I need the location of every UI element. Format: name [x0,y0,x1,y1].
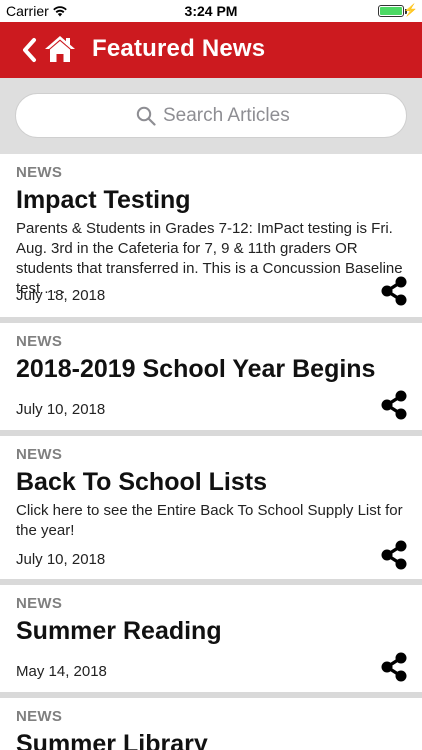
share-icon[interactable] [380,390,408,420]
article-date: July 10, 2018 [16,551,106,568]
search-bar[interactable] [15,93,407,138]
article-category: NEWS [16,333,63,350]
search-icon [136,106,156,126]
home-icon[interactable] [44,34,76,64]
article-category: NEWS [16,595,63,612]
share-icon[interactable] [380,276,408,306]
battery-icon [378,5,404,17]
article-date: July 10, 2018 [16,401,106,418]
article-title[interactable]: Impact Testing [16,184,406,216]
article-date: May 14, 2018 [16,663,107,680]
article-item[interactable]: NEWS Back To School Lists Click here to … [0,436,422,579]
article-item[interactable]: NEWS Summer Reading May 14, 2018 [0,585,422,692]
page-title: Featured News [92,35,266,62]
article-summary: Click here to see the Entire Back To Sch… [16,502,403,539]
article-date: July 18, 2018 [16,287,106,304]
charging-icon: ⚡ [403,3,418,17]
search-area [0,78,422,154]
article-title[interactable]: 2018-2019 School Year Begins [16,353,406,385]
article-category: NEWS [16,164,63,181]
article-category: NEWS [16,446,63,463]
article-item[interactable]: NEWS Summer Library [0,698,422,750]
article-title[interactable]: Back To School Lists [16,466,406,498]
back-chevron-icon[interactable] [20,37,38,63]
share-icon[interactable] [380,540,408,570]
article-title[interactable]: Summer Library [16,728,406,750]
navbar: Featured News [0,22,422,78]
status-bar: Carrier 3:24 PM ⚡ [0,0,422,22]
article-title[interactable]: Summer Reading [16,615,406,647]
article-item[interactable]: NEWS Impact Testing Parents & Students i… [0,154,422,317]
article-list: NEWS Impact Testing Parents & Students i… [0,154,422,750]
share-icon[interactable] [380,652,408,682]
article-category: NEWS [16,708,63,725]
clock: 3:24 PM [184,3,238,19]
article-item[interactable]: NEWS 2018-2019 School Year Begins July 1… [0,323,422,430]
search-input[interactable] [163,103,383,129]
